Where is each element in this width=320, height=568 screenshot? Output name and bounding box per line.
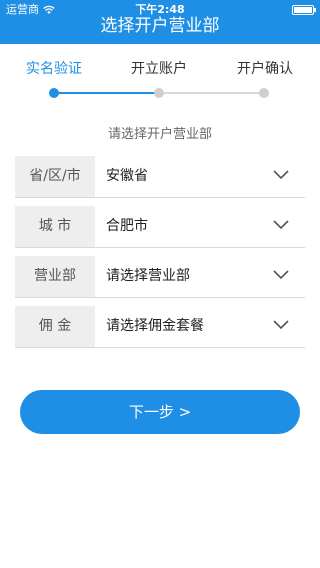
chevron-down-icon bbox=[273, 320, 289, 330]
step-dot-3 bbox=[259, 88, 269, 98]
chevron-down-icon bbox=[273, 270, 289, 280]
step-indicator: 实名验证 开立账户 开户确认 bbox=[0, 56, 320, 106]
city-select[interactable]: 城 市 合肥市 bbox=[15, 206, 305, 248]
step-track-inactive bbox=[160, 92, 264, 94]
province-select[interactable]: 省/区/市 安徽省 bbox=[15, 156, 305, 198]
commission-value: 请选择佣金套餐 bbox=[106, 318, 204, 334]
next-step-button[interactable]: 下一步 > bbox=[20, 390, 300, 434]
step-label-open-account: 开立账户 bbox=[131, 61, 187, 77]
branch-select[interactable]: 营业部 请选择营业部 bbox=[15, 256, 305, 298]
province-label: 省/区/市 bbox=[15, 156, 95, 197]
step-label-confirm: 开户确认 bbox=[237, 61, 293, 77]
branch-label: 营业部 bbox=[15, 256, 95, 297]
chevron-down-icon bbox=[273, 170, 289, 180]
step-track-active bbox=[56, 92, 158, 94]
app-screen: 运营商 下午2:48 选择开户营业部 实名验证 开立账户 开户确认 请选择开户营… bbox=[0, 0, 320, 568]
form-hint: 请选择开户营业部 bbox=[107, 127, 212, 142]
step-label-verify: 实名验证 bbox=[26, 61, 82, 77]
city-label: 城 市 bbox=[15, 206, 95, 247]
chevron-down-icon bbox=[273, 220, 289, 230]
step-dot-2 bbox=[154, 88, 164, 98]
commission-select[interactable]: 佣 金 请选择佣金套餐 bbox=[15, 306, 305, 348]
header-bar: 运营商 下午2:48 选择开户营业部 bbox=[0, 0, 320, 44]
page-title: 选择开户营业部 bbox=[100, 16, 220, 36]
commission-label: 佣 金 bbox=[15, 306, 95, 347]
step-dot-1 bbox=[49, 88, 59, 98]
branch-value: 请选择营业部 bbox=[106, 268, 190, 284]
city-value: 合肥市 bbox=[106, 218, 148, 234]
province-value: 安徽省 bbox=[106, 168, 148, 184]
